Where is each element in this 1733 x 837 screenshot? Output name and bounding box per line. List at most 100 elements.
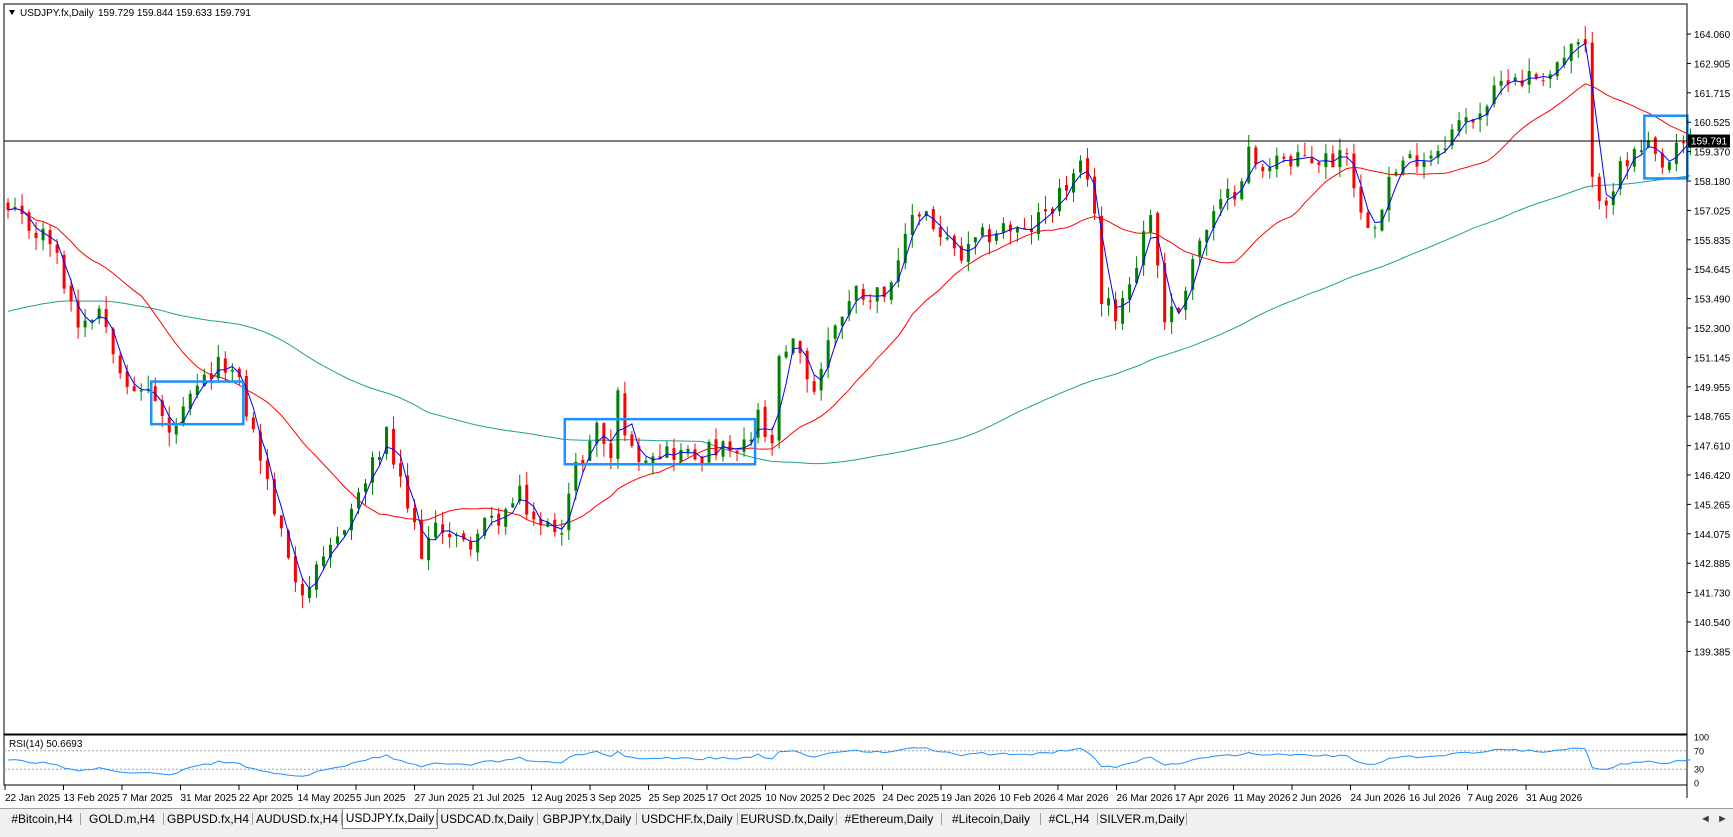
candle-bear: [1317, 162, 1321, 165]
candle-bull: [357, 492, 360, 509]
candle-bull: [889, 282, 893, 300]
time-tick-label: 19 Jan 2026: [941, 793, 996, 804]
candle-bear: [1541, 80, 1545, 82]
candle-bull: [230, 369, 234, 372]
price-tick-label: 142.885: [1694, 559, 1731, 570]
price-tick-label: 141.730: [1694, 589, 1731, 600]
candle-bear: [1534, 74, 1538, 78]
candle-bull: [833, 325, 837, 339]
candle-bear: [251, 417, 255, 430]
time-tick-label: 12 Aug 2025: [532, 793, 589, 804]
candle-bear: [1043, 209, 1047, 212]
rsi-tick-label: 70: [1694, 746, 1704, 756]
time-tick-label: 26 Mar 2026: [1117, 793, 1174, 804]
candle-bull: [314, 564, 318, 590]
tab-bitcoin-h4[interactable]: #Bitcoin,H4: [4, 810, 80, 828]
rsi-tick-label: 100: [1694, 733, 1709, 743]
candle-bull: [1639, 150, 1643, 152]
current-price-tag-text: 159.791: [1691, 137, 1728, 148]
scroll-right-arrow-icon[interactable]: ►: [1717, 810, 1728, 828]
price-chart[interactable]: 164.060 162.905 161.715 160.525 159.370 158.1…: [0, 0, 1733, 808]
time-tick-label: 2 Jun 2026: [1292, 793, 1342, 804]
status-strip: [0, 829, 1733, 837]
tab-eurusd-fx-daily[interactable]: EURUSD.fx,Daily: [738, 810, 836, 828]
tab-gbpjpy-fx-daily[interactable]: GBPJPY.fx,Daily: [538, 810, 636, 828]
candle-bull: [875, 287, 879, 302]
price-tick-label: 161.715: [1694, 89, 1731, 100]
candle-bull: [1226, 188, 1230, 198]
candle-bear: [525, 484, 529, 515]
candle-bull: [321, 556, 325, 567]
candle-bear: [118, 355, 122, 374]
candle-bull: [90, 320, 94, 322]
candle-bear: [693, 449, 697, 460]
candle-bear: [861, 288, 865, 300]
candle-bear: [392, 428, 396, 465]
candle-bear: [1681, 141, 1685, 144]
tab-audusd-fx-h4[interactable]: AUDUSD.fx,H4: [253, 810, 341, 828]
tab-usdcad-fx-daily[interactable]: USDCAD.fx,Daily: [437, 810, 537, 828]
candle-bull: [1058, 187, 1061, 212]
candle-bear: [132, 386, 136, 392]
price-tick-label: 160.525: [1694, 118, 1731, 129]
candle-bull: [784, 351, 788, 358]
tab-silver-m-daily[interactable]: SILVER.m,Daily: [1098, 810, 1186, 828]
candle-bear: [770, 434, 774, 444]
candle-bull: [966, 243, 970, 262]
candle-bull: [1275, 155, 1279, 170]
candle-bull: [665, 446, 669, 458]
tab-gold-m-h4[interactable]: GOLD.m,H4: [81, 810, 163, 828]
candle-bear: [1366, 212, 1370, 228]
price-tick-label: 152.300: [1694, 324, 1731, 335]
price-tick-label: 155.835: [1694, 236, 1731, 247]
tab-litecoin-daily[interactable]: #Litecoin,Daily: [942, 810, 1040, 828]
candle-bull: [1198, 240, 1202, 257]
candle-bear: [1310, 158, 1314, 164]
candle-bull: [1408, 154, 1412, 158]
price-tick-label: 147.610: [1694, 442, 1731, 453]
candle-bull: [1569, 43, 1573, 61]
candle-bull: [707, 441, 711, 463]
candle-bear: [34, 232, 38, 238]
time-tick-label: 5 Jun 2025: [356, 793, 406, 804]
candle-bear: [1345, 152, 1349, 155]
candle-bull: [174, 425, 178, 435]
tab-gbpusd-fx-h4[interactable]: GBPUSD.fx,H4: [164, 810, 252, 828]
time-tick-label: 16 Jul 2026: [1409, 793, 1461, 804]
time-tick-label: 13 Feb 2025: [64, 793, 121, 804]
tab-cl-h4[interactable]: #CL,H4: [1041, 810, 1097, 828]
price-tick-label: 164.060: [1694, 30, 1731, 41]
candle-bull: [1422, 161, 1426, 168]
candle-bull: [1338, 150, 1342, 168]
candle-bear: [399, 463, 403, 477]
candle-bear: [868, 300, 872, 302]
candle-bull: [83, 320, 87, 328]
scroll-left-arrow-icon[interactable]: ◄: [1700, 810, 1711, 828]
candle-bull: [644, 460, 648, 464]
candle-bull: [378, 456, 382, 460]
candle-bear: [938, 227, 942, 238]
tab-usdjpy-fx-daily[interactable]: USDJPY.fx,Daily: [342, 809, 438, 829]
candle-bull: [1219, 199, 1223, 209]
candle-bull: [756, 409, 760, 438]
candle-bear: [244, 376, 248, 417]
candle-bear: [630, 434, 634, 447]
candle-bull: [1674, 142, 1678, 165]
time-tick-label: 7 Mar 2025: [122, 793, 173, 804]
chart-ohlc-label: 159.729 159.844 159.633 159.791: [98, 8, 251, 19]
candle-bull: [504, 509, 508, 527]
candle-bear: [1604, 200, 1608, 206]
candle-bull: [1555, 62, 1559, 77]
time-tick-label: 31 Mar 2025: [181, 793, 238, 804]
candle-bull: [434, 522, 438, 538]
candle-bear: [917, 214, 921, 217]
candle-bull: [1499, 80, 1503, 86]
candle-bear: [1331, 153, 1335, 168]
candle-bear: [1352, 153, 1356, 189]
candle-bull: [742, 439, 746, 452]
candle-bear: [1261, 167, 1265, 172]
time-tick-label: 2 Dec 2025: [824, 793, 876, 804]
tab-ethereum-daily[interactable]: #Ethereum,Daily: [837, 810, 941, 828]
tab-usdchf-fx-daily[interactable]: USDCHF.fx,Daily: [637, 810, 737, 828]
chart-tabs-bar: #Bitcoin,H4 GOLD.m,H4 GBPUSD.fx,H4 AUDUSD.f…: [0, 808, 1733, 829]
